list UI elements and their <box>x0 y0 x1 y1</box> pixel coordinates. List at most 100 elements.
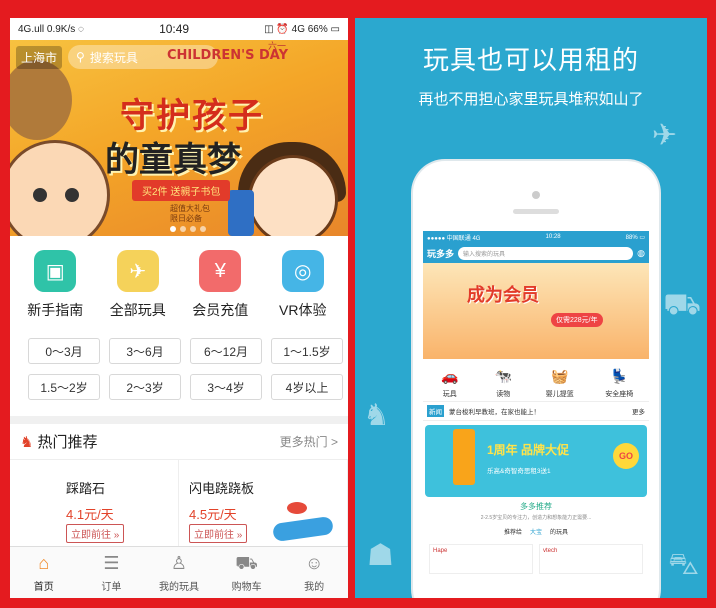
city-selector[interactable]: 上海市 <box>16 45 63 69</box>
carrier-icon: 🧺 <box>551 367 569 384</box>
product-price: 4.1元/天 <box>66 507 114 522</box>
age-chip[interactable]: 6～12月 <box>190 338 262 364</box>
status-bar: 4G.ull 0.9K/s ◌ 10:49 ◫ ⏰ 4G 66% ▭ <box>10 18 348 40</box>
collage-frame: 4G.ull 0.9K/s ◌ 10:49 ◫ ⏰ 4G 66% ▭ 上海市 ⚲… <box>0 0 716 608</box>
promo-title: 玩具也可以用租的 <box>422 45 639 75</box>
promo-subtitle: 再也不用担心家里玩具堆积如山了 <box>418 91 644 108</box>
more-hot-link[interactable]: 更多热门 > <box>280 433 338 450</box>
promo-go-button[interactable]: GO <box>613 443 639 469</box>
rec-tab[interactable]: 大宝 <box>530 527 542 536</box>
age-chip[interactable]: 3～4岁 <box>190 374 262 400</box>
mini-battery: 88% ▭ <box>625 234 645 241</box>
speaker-slot <box>513 209 559 214</box>
category-label: 新手指南 <box>27 302 84 318</box>
product-go-button[interactable]: 立即前往 » <box>189 524 248 543</box>
banner-note: 超值大礼包 限日必备 <box>170 204 210 223</box>
news-tag: 新闻 <box>427 405 444 417</box>
promo-banner-sub: 乐高&奇智奇思租3送1 <box>487 468 551 475</box>
banner-ribbon: 买2件 送親子书包 <box>132 180 231 201</box>
cart-icon: ⛟ <box>235 552 258 573</box>
product-card[interactable]: 闪电跷跷板 4.5元/天 立即前往 » <box>179 460 348 546</box>
hot-title-text: 热门推荐 <box>37 434 98 451</box>
category-row: ▣ 新手指南 ✈ 全部玩具 ¥ 会员充值 ◎ VR体验 <box>10 236 348 326</box>
rec-tab[interactable]: 的玩具 <box>550 527 568 536</box>
age-chip[interactable]: 3～6月 <box>109 338 181 364</box>
guide-icon: ▣ <box>34 250 77 292</box>
mini-category-label: 读物 <box>496 391 511 398</box>
phone-mockup: ●●●●● 中国联通 4G 10:28 88% ▭ 玩多多 输入搜索的玩具 ◍ … <box>413 161 659 598</box>
bear-illustration <box>10 60 72 140</box>
category-label: 会员充值 <box>192 302 249 318</box>
news-more-link[interactable]: 更多 <box>632 406 645 416</box>
product-name: 踩踏石 <box>66 481 106 496</box>
tab-label: 首页 <box>33 581 54 593</box>
age-chip[interactable]: 4岁以上 <box>271 374 343 400</box>
bottom-tab-bar: ⌂ 首页 ☰ 订单 ♙ 我的玩具 ⛟ 购物车 ☺ 我的 <box>10 546 348 598</box>
mini-search-input[interactable]: 输入搜索的玩具 <box>458 246 634 260</box>
train-icon: ⛟ <box>663 288 701 321</box>
tab-label: 订单 <box>101 581 122 593</box>
camera-dot <box>532 191 540 199</box>
orders-icon: ☰ <box>103 552 120 573</box>
car-icon: ⛍ <box>668 548 699 581</box>
toy-car-icon: 🚗 <box>441 367 459 384</box>
tab-my-toys[interactable]: ♙ 我的玩具 <box>145 547 213 598</box>
mini-promo-banner[interactable]: 1周年 品牌大促 乐高&奇智奇思租3送1 GO <box>425 425 647 497</box>
girl-illustration <box>248 155 338 236</box>
bottle-illustration <box>228 190 254 236</box>
product-row: 踩踏石 4.1元/天 立即前往 » 闪电跷跷板 4.5元/天 立即前往 » <box>10 460 348 546</box>
brand-card[interactable]: vtech <box>539 544 643 574</box>
mini-news-ticker[interactable]: 新闻 蒙台梭利早教班，在家也能上！ 更多 <box>423 401 649 421</box>
home-icon: ⌂ <box>38 552 50 573</box>
mini-category-label: 婴儿提篮 <box>545 391 574 398</box>
mini-recommend-sub: 2-2.5岁宝贝的专注力，创造力和想象能力正需要... <box>480 515 592 521</box>
category-newbie-guide[interactable]: ▣ 新手指南 <box>15 250 95 320</box>
category-all-toys[interactable]: ✈ 全部玩具 <box>98 250 178 320</box>
mini-brand-row: Hape vtech <box>423 536 649 582</box>
age-chip[interactable]: 0～3月 <box>28 338 100 364</box>
chat-icon[interactable]: ◍ <box>637 248 645 259</box>
brand-card[interactable]: Hape <box>429 544 533 574</box>
search-placeholder: 搜索玩具 <box>89 50 138 65</box>
boy-illustration <box>10 140 110 236</box>
product-card[interactable]: 踩踏石 4.1元/天 立即前往 » <box>10 460 179 546</box>
tab-profile[interactable]: ☺ 我的 <box>280 547 348 598</box>
status-carrier: 4G.ull 0.9K/s ◌ <box>18 23 84 35</box>
age-chip[interactable]: 1.5～2岁 <box>28 374 100 400</box>
vr-goggles-icon: ◎ <box>281 250 324 292</box>
product-image <box>272 515 334 543</box>
tab-home[interactable]: ⌂ 首页 <box>10 547 78 598</box>
mini-banner-title: 成为会员 <box>467 285 539 305</box>
age-filter-grid: 0～3月 3～6月 6～12月 1～1.5岁 1.5～2岁 2～3岁 3～4岁 … <box>10 326 348 408</box>
mini-banner[interactable]: 成为会员 仅需228元/年 <box>423 263 649 359</box>
category-vr[interactable]: ◎ VR体验 <box>263 250 343 320</box>
status-right: ◫ ⏰ 4G 66% ▭ <box>264 23 340 35</box>
age-chip[interactable]: 1～1.5岁 <box>271 338 343 364</box>
category-label: VR体验 <box>279 302 327 318</box>
horse-icon: ♞ <box>20 433 34 451</box>
mini-category-baby-carrier[interactable]: 🧺 婴儿提篮 <box>546 365 574 399</box>
category-member-recharge[interactable]: ¥ 会员充值 <box>180 250 260 320</box>
product-price: 4.5元/天 <box>189 507 237 522</box>
rocking-horse-icon: ♞ <box>363 399 390 432</box>
carousel-dots[interactable] <box>170 226 206 232</box>
product-go-button[interactable]: 立即前往 » <box>66 524 125 543</box>
tab-cart[interactable]: ⛟ 购物车 <box>213 547 281 598</box>
rec-tab[interactable]: 推荐给 <box>504 527 522 536</box>
tab-label: 我的玩具 <box>158 581 199 593</box>
car-seat-icon: 💺 <box>610 367 628 384</box>
status-time: 10:49 <box>159 22 190 36</box>
hero-banner[interactable]: 上海市 ⚲ 搜索玩具 六一 CHILDREN'S DAY 守护孩子 的童真梦 买… <box>10 40 348 236</box>
section-divider <box>10 416 348 424</box>
mini-category-car-seat[interactable]: 💺 安全座椅 <box>605 365 633 399</box>
rocket-icon: ✈ <box>651 119 677 152</box>
tab-orders[interactable]: ☰ 订单 <box>78 547 146 598</box>
mini-category-toys[interactable]: 🚗 玩具 <box>439 365 461 399</box>
banner-headline-2: 的童真梦 <box>105 141 241 179</box>
hot-header: ♞ 热门推荐 更多热门 > <box>10 424 348 460</box>
age-chip[interactable]: 2～3岁 <box>109 374 181 400</box>
right-promo-panel: 玩具也可以用租的 再也不用担心家里玩具堆积如山了 ✈ ⛟ ♞ ☗ ⛍ ●●●●●… <box>355 18 707 598</box>
product-name: 闪电跷跷板 <box>189 481 255 496</box>
mini-category-label: 安全座椅 <box>605 391 634 398</box>
mini-category-books[interactable]: 🐄 读物 <box>492 365 514 399</box>
